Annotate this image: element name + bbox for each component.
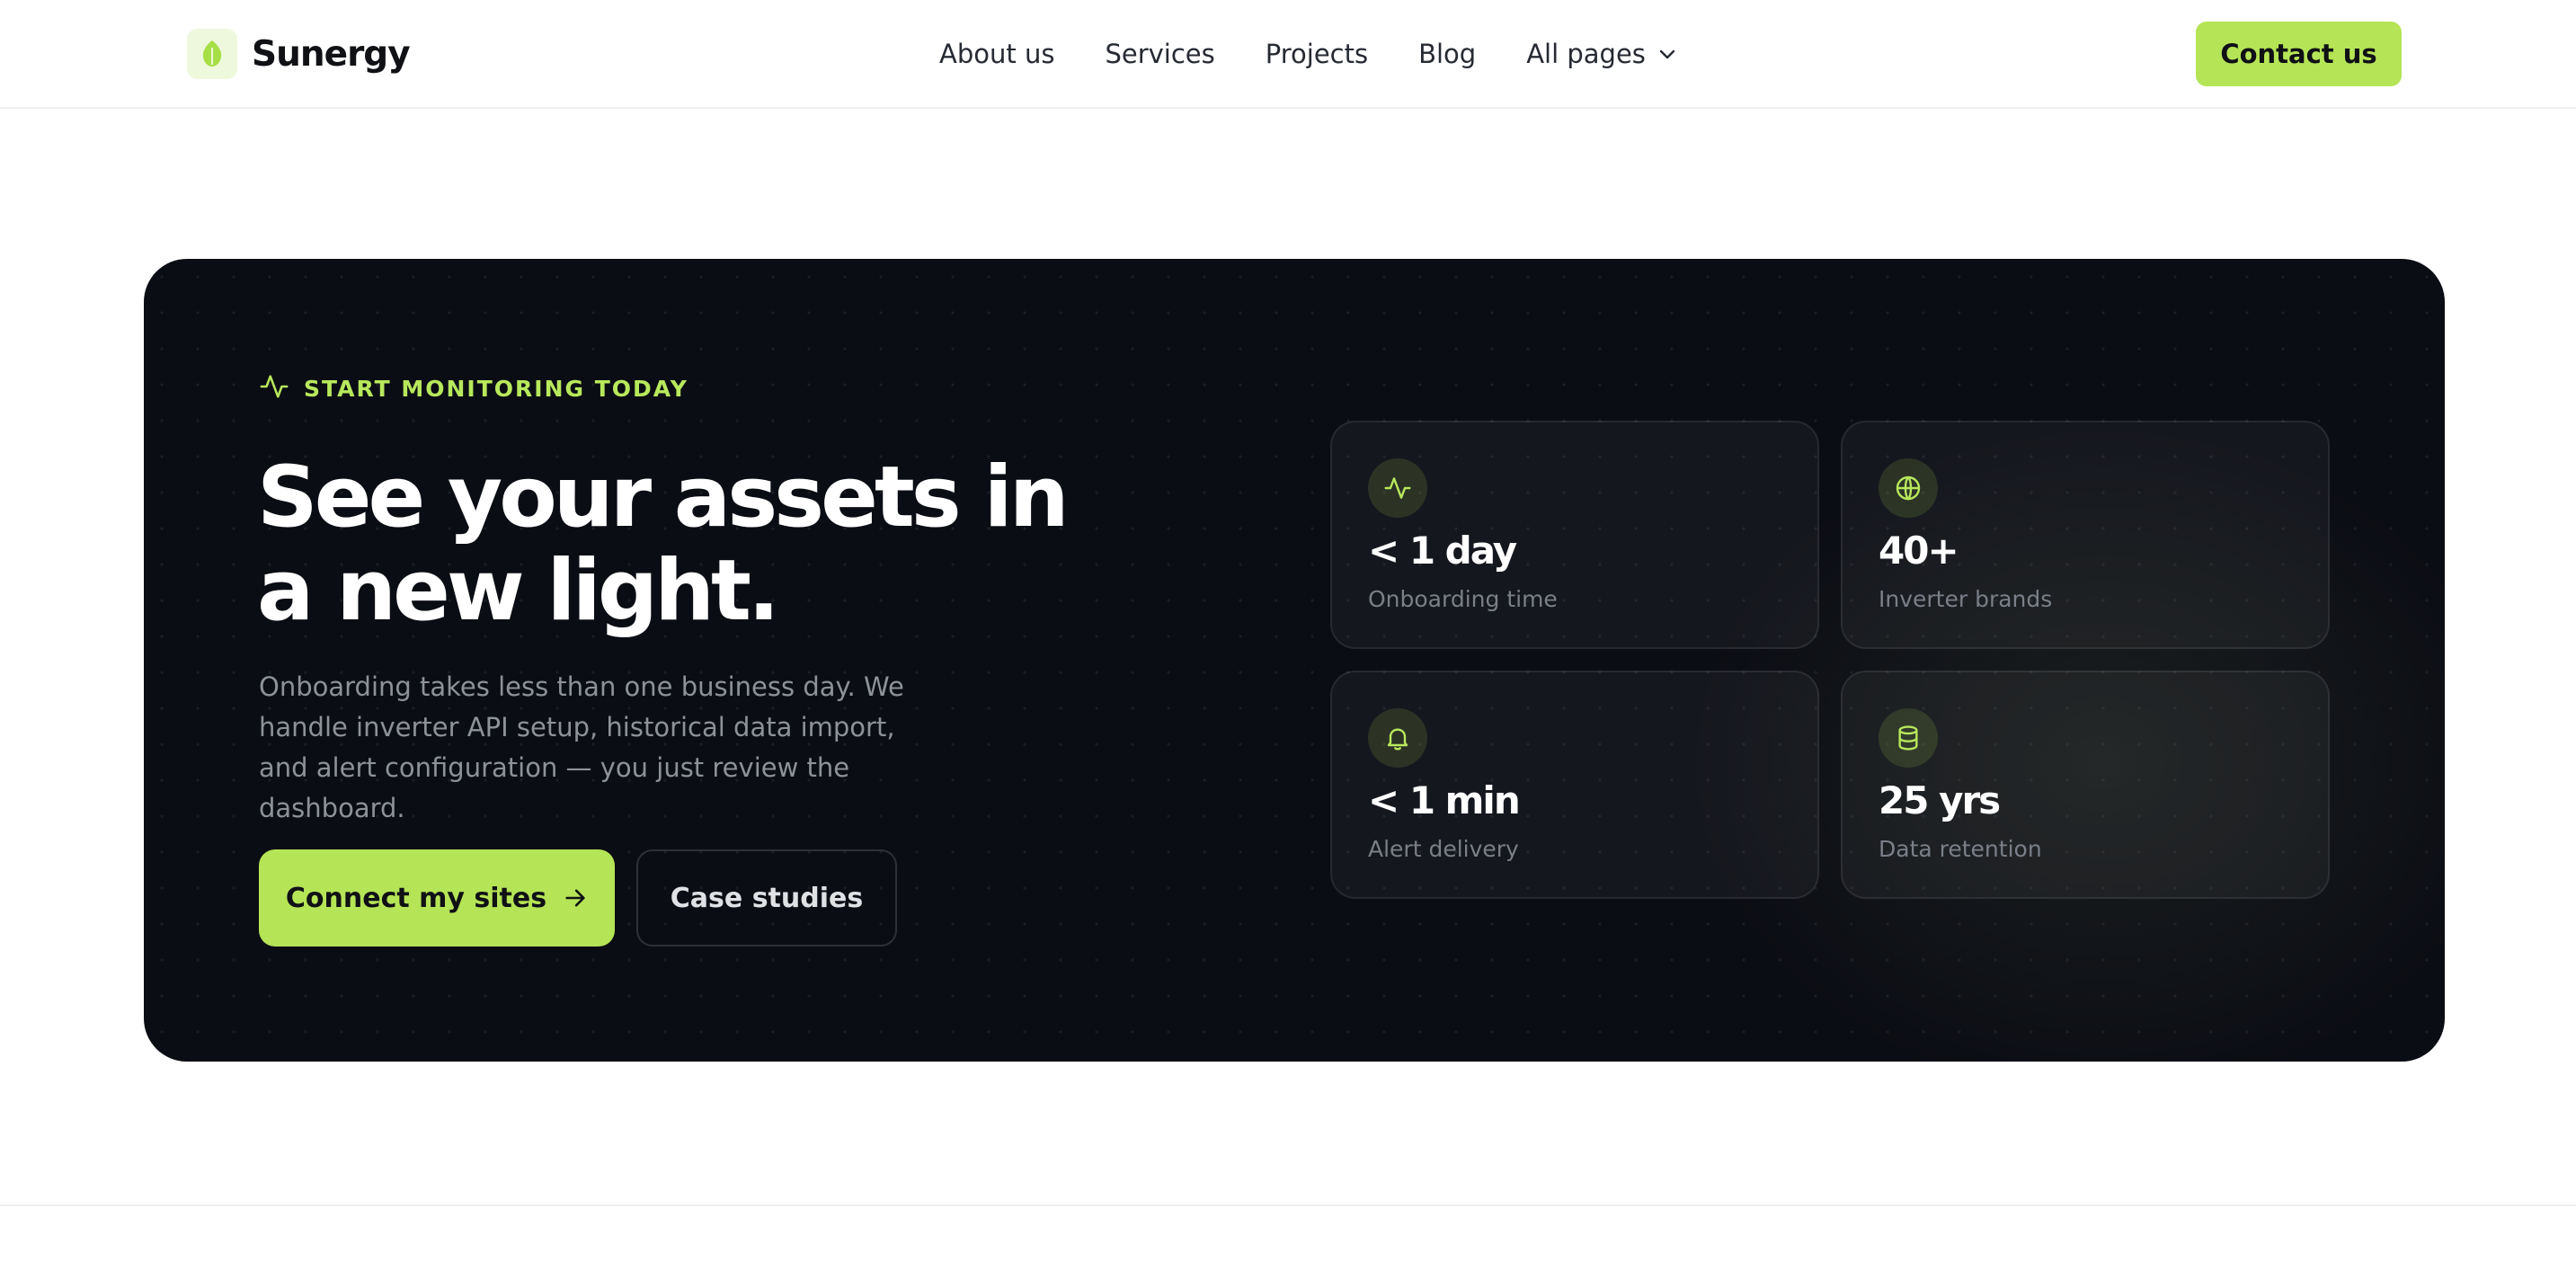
nav-all-pages-dropdown[interactable]: All pages xyxy=(1526,39,1676,69)
stat-value: 40+ xyxy=(1879,529,1959,573)
stat-label: Alert delivery xyxy=(1368,836,1519,862)
brand-logo-link[interactable]: Sunergy xyxy=(187,28,411,80)
nav-link-services[interactable]: Services xyxy=(1105,39,1214,69)
database-icon xyxy=(1879,708,1938,768)
contact-us-button[interactable]: Contact us xyxy=(2196,22,2402,86)
eyebrow-text: START MONITORING TODAY xyxy=(304,375,688,402)
stat-label: Inverter brands xyxy=(1879,586,2053,612)
eyebrow: START MONITORING TODAY xyxy=(259,372,688,404)
bell-icon xyxy=(1368,708,1427,768)
hero-description: Onboarding takes less than one business … xyxy=(259,671,904,823)
section-divider xyxy=(0,1204,2576,1206)
main-nav: About us Services Projects Blog All page… xyxy=(939,32,1676,76)
connect-my-sites-label: Connect my sites xyxy=(285,882,547,914)
stat-value: < 1 min xyxy=(1368,778,1521,822)
connect-my-sites-button[interactable]: Connect my sites xyxy=(259,849,615,947)
activity-icon xyxy=(259,371,289,405)
stat-card-onboarding: < 1 day Onboarding time xyxy=(1330,421,1819,649)
activity-icon xyxy=(1368,458,1427,518)
headline-line-1: See your assets in xyxy=(257,449,1070,547)
chevron-down-icon xyxy=(1658,48,1676,60)
hero-headline: See your assets in a new light. xyxy=(257,449,1070,640)
nav-link-projects[interactable]: Projects xyxy=(1266,39,1368,69)
nav-link-about[interactable]: About us xyxy=(939,39,1054,69)
stat-label: Onboarding time xyxy=(1368,586,1558,612)
case-studies-button[interactable]: Case studies xyxy=(636,849,897,947)
all-pages-label: All pages xyxy=(1526,39,1646,69)
brand-name: Sunergy xyxy=(252,33,411,75)
hero-card: START MONITORING TODAY See your assets i… xyxy=(144,259,2445,1062)
nav-link-blog[interactable]: Blog xyxy=(1418,39,1476,69)
stat-label: Data retention xyxy=(1879,836,2042,862)
stat-card-data-retention: 25 yrs Data retention xyxy=(1841,671,2330,899)
leaf-icon xyxy=(187,29,237,79)
stat-value: 25 yrs xyxy=(1879,778,2001,822)
globe-icon xyxy=(1879,458,1938,518)
top-navbar: Sunergy About us Services Projects Blog … xyxy=(0,0,2576,109)
headline-line-2: a new light. xyxy=(257,542,780,640)
arrow-right-icon xyxy=(563,885,588,911)
stat-value: < 1 day xyxy=(1368,529,1517,573)
stat-card-alert-delivery: < 1 min Alert delivery xyxy=(1330,671,1819,899)
stat-card-inverter-brands: 40+ Inverter brands xyxy=(1841,421,2330,649)
